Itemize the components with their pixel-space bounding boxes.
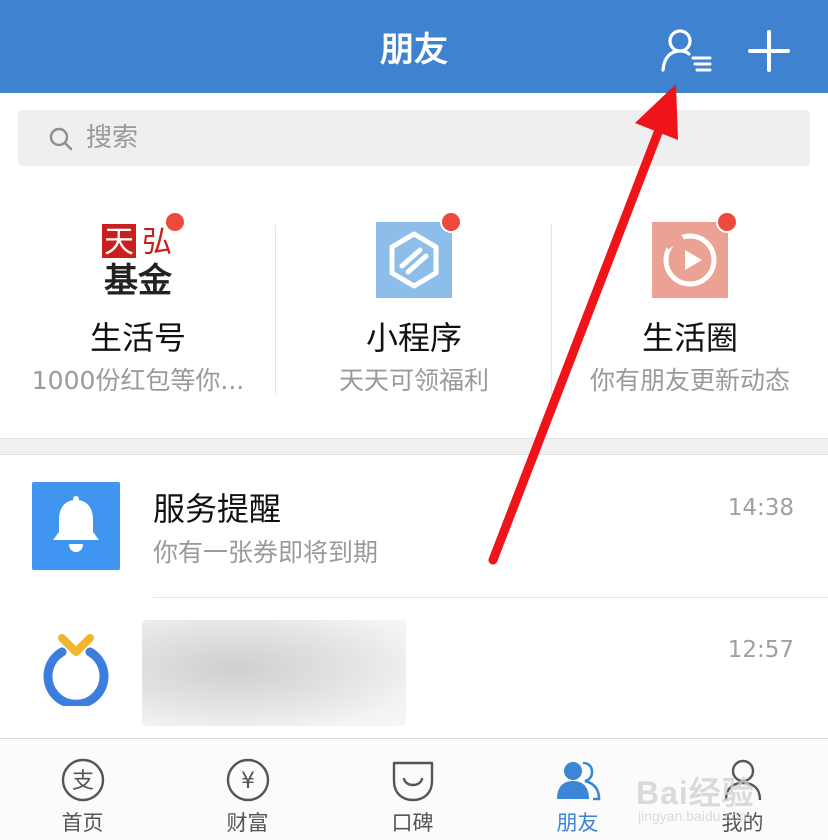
notification-badge	[716, 211, 738, 233]
svg-text:天: 天	[104, 225, 134, 260]
contacts-icon[interactable]	[660, 26, 716, 76]
quick-entry-title: 生活圈	[641, 319, 738, 357]
bell-icon	[32, 482, 120, 570]
quick-entry-subtitle: 天天可领福利	[338, 366, 489, 395]
baidu-jingyan-watermark: Bai经验 jingyan.baidu.com	[636, 744, 816, 824]
quick-entry-mini-programs[interactable]: 小程序 天天可领福利	[276, 195, 552, 415]
watermark-url: jingyan.baidu.com	[638, 808, 751, 824]
section-separator	[0, 438, 828, 455]
tab-label: 口碑	[391, 811, 434, 835]
tab-home[interactable]: 支 首页	[0, 751, 165, 839]
tab-koubei[interactable]: 口碑	[330, 751, 495, 839]
search-bar[interactable]	[18, 110, 810, 166]
svg-text:支: 支	[72, 769, 94, 794]
quick-entry-subtitle: 你有朋友更新动态	[589, 366, 790, 395]
tab-label: 首页	[61, 811, 104, 835]
quick-entry-title: 生活号	[89, 319, 186, 357]
add-icon[interactable]	[744, 26, 794, 76]
message-preview: 你有一张券即将到期	[153, 538, 379, 567]
search-icon	[48, 126, 74, 152]
search-input[interactable]	[86, 118, 786, 158]
koubei-icon	[390, 757, 436, 803]
quick-entry-title: 小程序	[365, 319, 462, 357]
message-title: 服务提醒	[153, 490, 282, 528]
app-logo-icon	[40, 634, 112, 709]
notification-badge	[440, 211, 462, 233]
alipay-icon: 支	[60, 757, 106, 803]
mini-program-icon	[376, 222, 452, 298]
message-row-service-reminder[interactable]: 服务提醒 你有一张券即将到期 14:38	[0, 458, 828, 598]
notification-badge	[164, 211, 186, 233]
divider	[153, 597, 828, 598]
message-time: 12:57	[727, 637, 794, 663]
tab-wealth[interactable]: ¥ 财富	[165, 751, 330, 839]
tab-label: 财富	[226, 811, 269, 835]
quick-entry-subtitle: 1000份红包等你...	[31, 366, 245, 395]
friends-icon	[555, 757, 601, 803]
top-nav-bar: 朋友	[0, 0, 828, 93]
quick-entry-life-account[interactable]: 天 弘 基金 生活号 1000份红包等你...	[0, 195, 276, 415]
wealth-icon: ¥	[225, 757, 271, 803]
tianhong-fund-logo: 天 弘 基金	[100, 222, 176, 301]
quick-entry-life-circle[interactable]: 生活圈 你有朋友更新动态	[552, 195, 828, 415]
life-circle-icon	[652, 222, 728, 298]
blurred-content	[142, 620, 406, 726]
message-time: 14:38	[727, 495, 794, 521]
svg-text:¥: ¥	[241, 769, 255, 794]
svg-text:基金: 基金	[104, 261, 173, 298]
